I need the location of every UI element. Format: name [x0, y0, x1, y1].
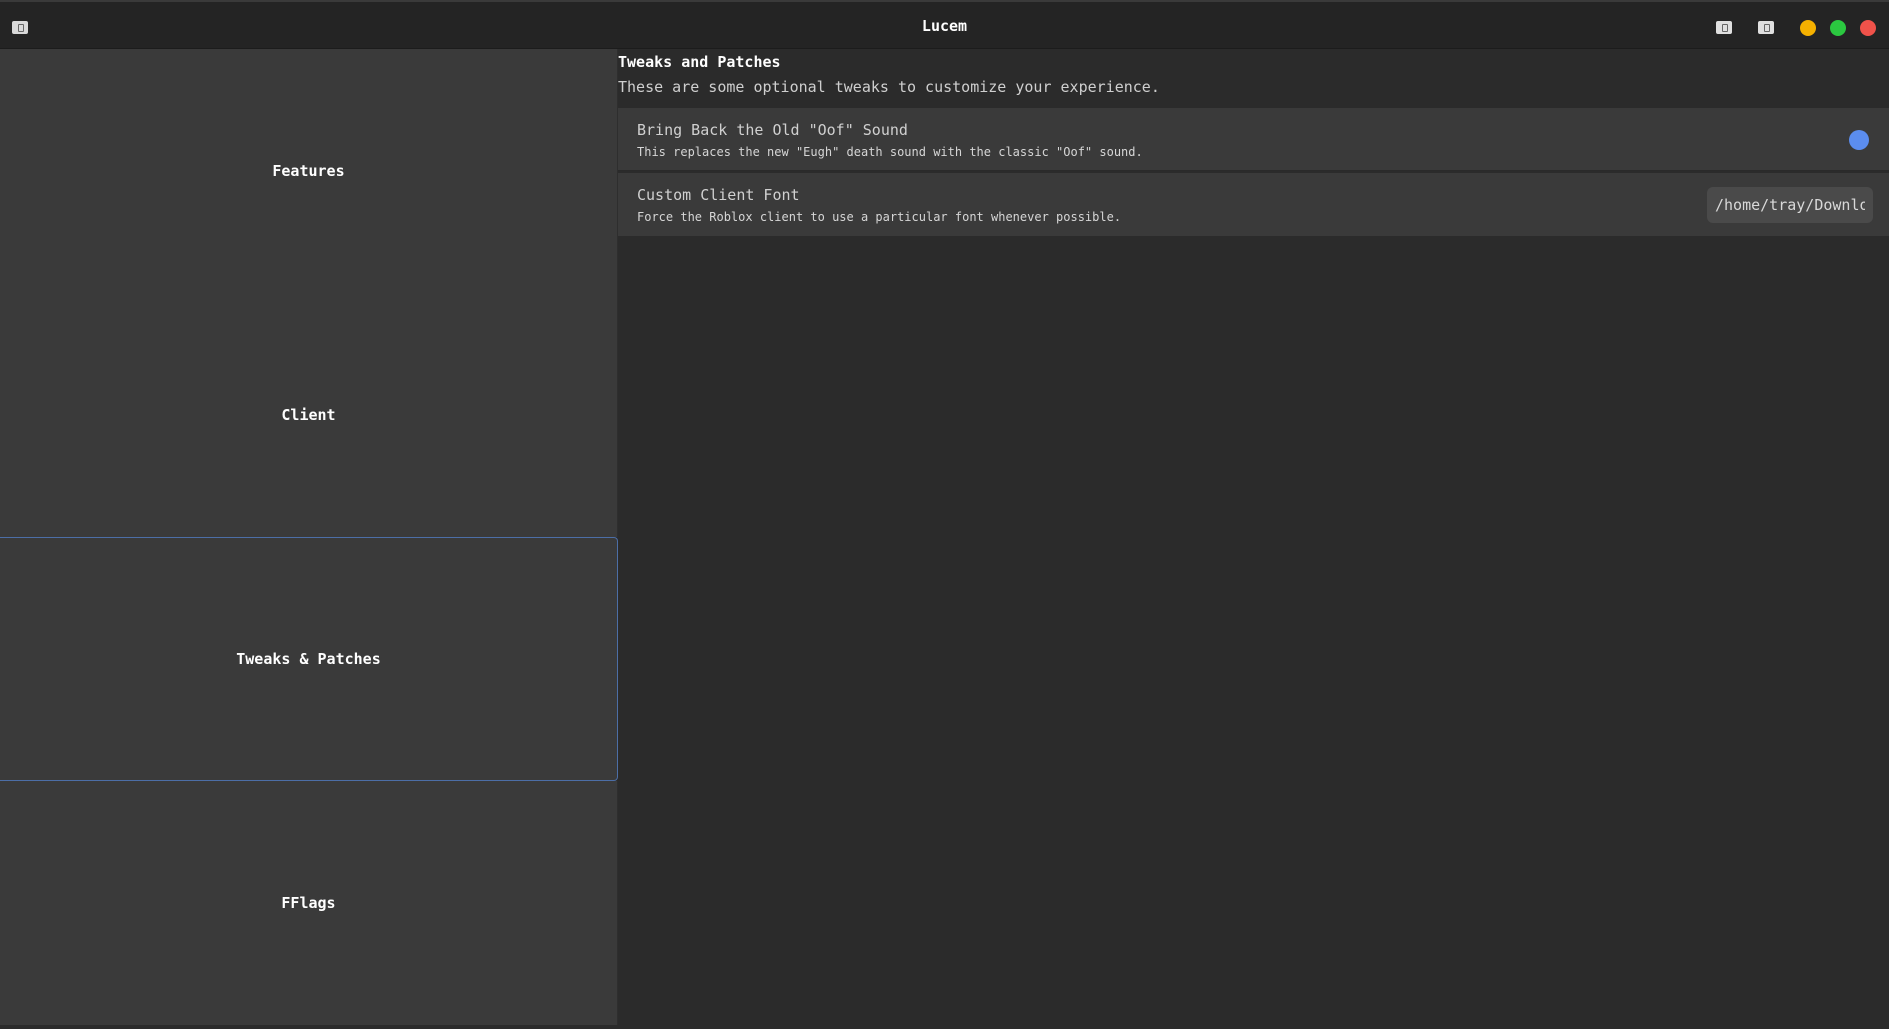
- maximize-button[interactable]: [1830, 20, 1846, 36]
- sidebar-item-label: Tweaks & Patches: [236, 650, 381, 668]
- page-description: These are some optional tweaks to custom…: [618, 78, 1160, 96]
- font-path-input[interactable]: [1707, 187, 1873, 223]
- app-window: Lucem Features Client Tweaks & Patches F…: [0, 0, 1889, 1029]
- setting-help-text: Force the Roblox client to use a particu…: [637, 210, 1122, 224]
- sidebar-item-label: Features: [272, 162, 345, 180]
- sidebar-item-label: Client: [281, 406, 336, 424]
- close-button[interactable]: [1860, 20, 1876, 36]
- screenshot-icon[interactable]: [1758, 21, 1774, 34]
- screenshot-icon[interactable]: [1716, 21, 1732, 34]
- main-content: Tweaks and Patches These are some option…: [618, 49, 1889, 1029]
- sidebar-item-features[interactable]: Features: [0, 49, 618, 293]
- setting-row-custom-font: Custom Client Font Force the Roblox clie…: [618, 173, 1889, 236]
- sidebar-item-tweaks-patches[interactable]: Tweaks & Patches: [0, 537, 618, 781]
- sidebar-item-label: FFlags: [281, 894, 336, 912]
- setting-row-oof-sound: Bring Back the Old "Oof" Sound This repl…: [618, 108, 1889, 171]
- sidebar-item-client[interactable]: Client: [0, 293, 618, 537]
- minimize-button[interactable]: [1800, 20, 1816, 36]
- sidebar-nav: Features Client Tweaks & Patches FFlags: [0, 49, 618, 1029]
- setting-label: Bring Back the Old "Oof" Sound: [637, 121, 908, 139]
- page-title: Tweaks and Patches: [618, 53, 781, 71]
- oof-sound-toggle[interactable]: [1849, 130, 1869, 150]
- setting-label: Custom Client Font: [637, 186, 800, 204]
- sidebar-item-fflags[interactable]: FFlags: [0, 781, 618, 1025]
- window-title: Lucem: [921, 17, 968, 35]
- title-bar[interactable]: Lucem: [0, 0, 1889, 49]
- setting-help-text: This replaces the new "Eugh" death sound…: [637, 145, 1143, 159]
